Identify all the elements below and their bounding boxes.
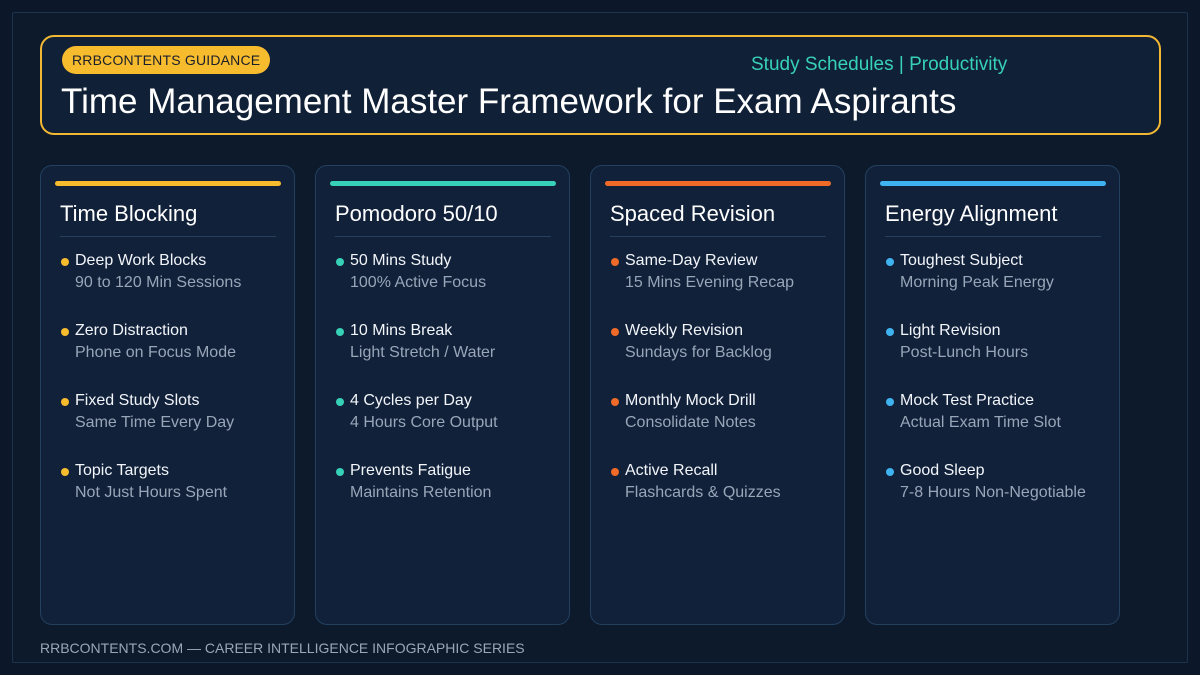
item-subtitle: Light Stretch / Water <box>350 344 496 361</box>
bullet-dot-icon <box>61 468 69 476</box>
card-spaced-revision: Spaced Revision Same-Day Review 15 Mins … <box>590 165 845 625</box>
item-title: Active Recall <box>625 462 718 479</box>
card-accent-bar <box>605 181 831 186</box>
bullet-dot-icon <box>611 398 619 406</box>
card-title: Energy Alignment <box>885 201 1058 226</box>
item-title: Monthly Mock Drill <box>625 392 756 409</box>
item-title: Prevents Fatigue <box>350 462 471 479</box>
item-title: Zero Distraction <box>75 322 188 339</box>
item-title: Deep Work Blocks <box>75 252 207 269</box>
card-title: Spaced Revision <box>610 201 776 226</box>
item-title: 4 Cycles per Day <box>350 392 472 409</box>
page-title: Time Management Master Framework for Exa… <box>61 82 957 121</box>
item-title: Good Sleep <box>900 462 985 479</box>
card-time-blocking: Time Blocking Deep Work Blocks 90 to 120… <box>40 165 295 625</box>
item-title: Same-Day Review <box>625 252 758 269</box>
bullet-dot-icon <box>336 328 344 336</box>
bullet-dot-icon <box>886 468 894 476</box>
item-subtitle: Actual Exam Time Slot <box>900 414 1061 431</box>
topic-tags: Study Schedules | Productivity <box>751 54 1008 75</box>
bullet-dot-icon <box>611 328 619 336</box>
card-accent-bar <box>330 181 556 186</box>
card-divider <box>60 236 276 237</box>
bullet-dot-icon <box>611 468 619 476</box>
card-divider <box>885 236 1101 237</box>
item-subtitle: 15 Mins Evening Recap <box>625 274 794 291</box>
item-title: Weekly Revision <box>625 322 743 339</box>
bullet-dot-icon <box>886 258 894 266</box>
bullet-dot-icon <box>611 258 619 266</box>
bullet-dot-icon <box>886 328 894 336</box>
item-title: Mock Test Practice <box>900 392 1034 409</box>
card-divider <box>335 236 551 237</box>
card-accent-bar <box>880 181 1106 186</box>
item-subtitle: Same Time Every Day <box>75 414 235 431</box>
item-title: Fixed Study Slots <box>75 392 200 409</box>
item-title: 10 Mins Break <box>350 322 453 339</box>
item-subtitle: Consolidate Notes <box>625 414 756 431</box>
item-subtitle: Maintains Retention <box>350 484 492 501</box>
brand-badge: RRBCONTENTS GUIDANCE <box>62 46 271 74</box>
card-title: Pomodoro 50/10 <box>335 201 498 226</box>
item-subtitle: 90 to 120 Min Sessions <box>75 274 242 291</box>
card-title: Time Blocking <box>60 201 198 226</box>
item-subtitle: Post-Lunch Hours <box>900 344 1029 361</box>
item-subtitle: 100% Active Focus <box>350 274 487 291</box>
item-subtitle: 7-8 Hours Non-Negotiable <box>900 484 1086 501</box>
item-subtitle: Not Just Hours Spent <box>75 484 228 501</box>
bullet-dot-icon <box>336 258 344 266</box>
item-subtitle: Sundays for Backlog <box>625 344 772 361</box>
item-title: 50 Mins Study <box>350 252 452 269</box>
bullet-dot-icon <box>61 258 69 266</box>
bullet-dot-icon <box>886 398 894 406</box>
footer-credit: RRBCONTENTS.COM — CAREER INTELLIGENCE IN… <box>40 640 525 656</box>
item-title: Light Revision <box>900 322 1001 339</box>
bullet-dot-icon <box>336 398 344 406</box>
item-subtitle: Flashcards & Quizzes <box>625 484 781 501</box>
card-accent-bar <box>55 181 281 186</box>
bullet-dot-icon <box>61 398 69 406</box>
header-panel: RRBCONTENTS GUIDANCE Study Schedules | P… <box>40 35 1161 135</box>
item-title: Topic Targets <box>75 462 169 479</box>
item-subtitle: Morning Peak Energy <box>900 274 1054 291</box>
card-energy-alignment: Energy Alignment Toughest Subject Mornin… <box>865 165 1120 625</box>
bullet-dot-icon <box>61 328 69 336</box>
item-subtitle: 4 Hours Core Output <box>350 414 498 431</box>
bullet-dot-icon <box>336 468 344 476</box>
card-pomodoro: Pomodoro 50/10 50 Mins Study 100% Active… <box>315 165 570 625</box>
card-divider <box>610 236 826 237</box>
item-title: Toughest Subject <box>900 252 1023 269</box>
item-subtitle: Phone on Focus Mode <box>75 344 236 361</box>
